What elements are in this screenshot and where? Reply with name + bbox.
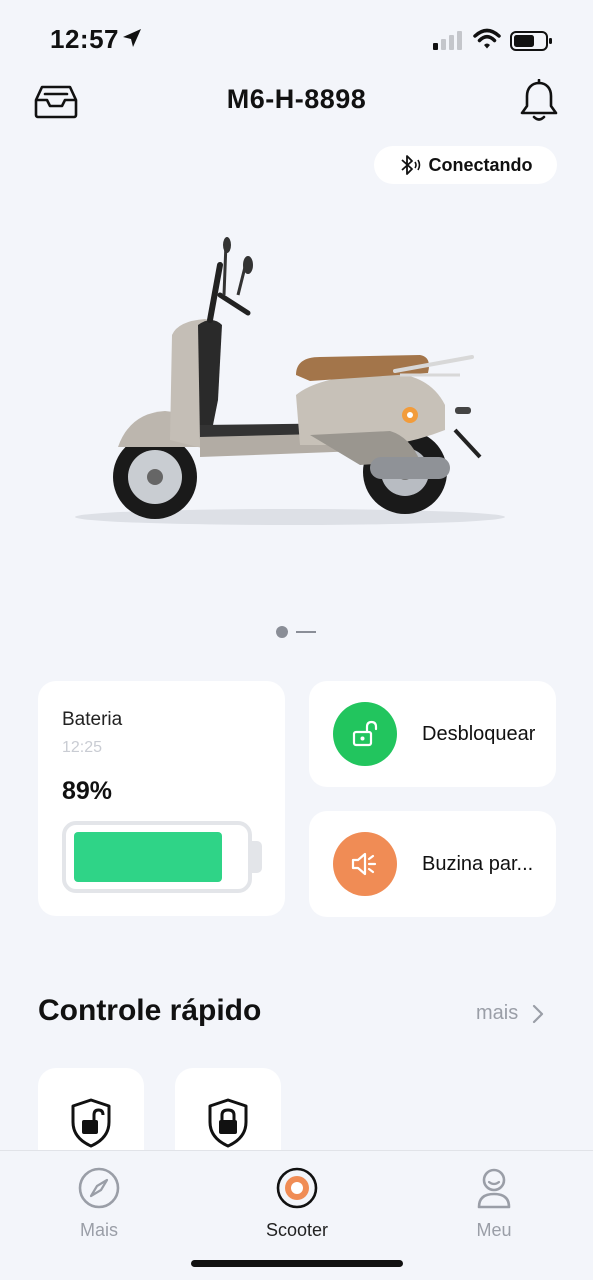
battery-label: Bateria [62,709,123,730]
battery-gauge [62,821,252,893]
status-bar: 12:57 [0,0,593,80]
wifi-icon [473,28,501,49]
image-pager [276,626,316,638]
battery-percent: 89% [62,777,113,805]
chevron-right-icon [533,1004,544,1023]
cellular-signal-icon [433,31,462,50]
home-indicator [191,1260,403,1267]
shield-unlock-icon [71,1098,111,1148]
horn-card[interactable]: Buzina par... [309,811,556,917]
horn-button[interactable] [333,832,397,896]
battery-timestamp: 12:25 [62,739,103,756]
battery-gauge-tip [252,841,262,873]
connection-label: Conectando [428,154,533,175]
battery-card[interactable]: Bateria 12:25 89% [38,681,285,916]
scooter-target-icon [276,1167,318,1209]
quick-control-title: Controle rápido [38,994,262,1027]
more-label: mais [476,1002,519,1024]
tab-mais-label: Mais [79,1220,118,1240]
compass-icon [78,1167,120,1209]
bell-icon [520,79,558,121]
status-time: 12:57 [50,24,119,54]
device-title: M6-H-8898 [226,84,367,114]
battery-status-icon [510,31,552,51]
unlock-label: Desbloquear [422,722,536,745]
tab-meu[interactable]: Meu [434,1166,554,1241]
tab-scooter[interactable]: Scooter [237,1166,357,1241]
tab-mais[interactable]: Mais [39,1166,159,1241]
tab-scooter-label: Scooter [265,1220,329,1240]
bluetooth-icon [401,155,421,175]
scooter-image[interactable] [60,225,520,545]
notifications-button[interactable] [514,76,564,126]
horn-label: Buzina par... [422,852,534,875]
unlock-button[interactable] [333,702,397,766]
battery-level-fill [74,832,222,882]
location-arrow-icon [123,29,141,47]
tab-meu-label: Meu [476,1220,512,1240]
unlock-icon [352,720,378,747]
unlock-card[interactable]: Desbloquear [309,681,556,787]
quick-control-more-link[interactable]: mais [476,1002,544,1025]
pager-dot-active [276,626,288,638]
shield-lock-icon [208,1098,248,1148]
person-icon [477,1168,511,1209]
bluetooth-connection-status[interactable]: Conectando [374,146,557,184]
pager-dash [296,631,316,633]
horn-icon [351,852,377,876]
